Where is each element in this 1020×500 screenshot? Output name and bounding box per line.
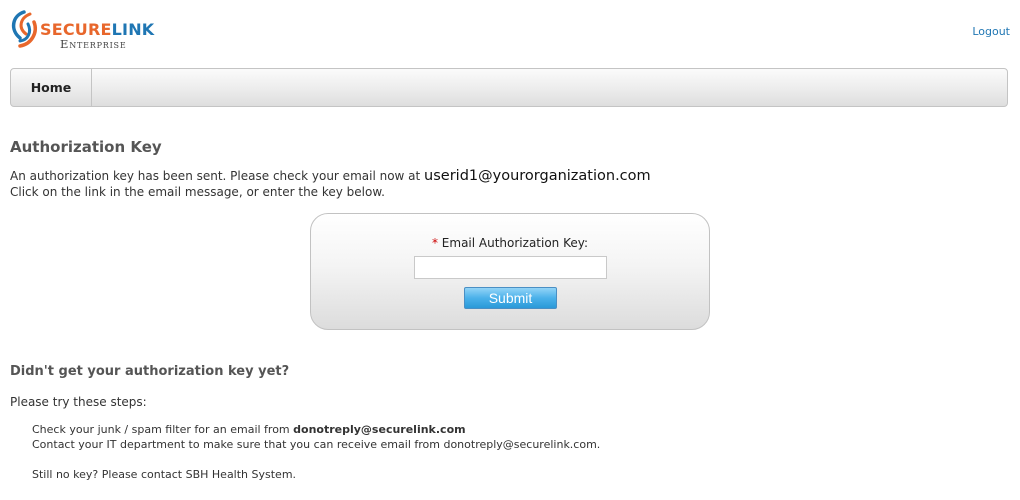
key-sent-message: An authorization key has been sent. Plea… [10,168,651,184]
help-intro: Please try these steps: [10,395,147,409]
authorization-key-form: * Email Authorization Key: Submit [310,213,710,330]
logout-link[interactable]: Logout [972,25,1010,38]
securelink-logo: SECURELINK Enterprise [8,8,178,54]
help-title: Didn't get your authorization key yet? [10,364,290,379]
sender-email: donotreply@securelink.com [293,423,466,436]
help-step-it-department: Contact your IT department to make sure … [32,438,601,451]
recipient-email: userid1@yourorganization.com [424,168,651,184]
authorization-key-input[interactable] [414,256,607,279]
nav-item-home[interactable]: Home [11,69,92,106]
key-label-text: Email Authorization Key: [441,236,589,250]
help-still-no-key: Still no key? Please contact SBH Health … [32,468,297,481]
submit-button[interactable]: Submit [464,287,557,309]
page-title: Authorization Key [10,138,162,156]
help-step-junk-filter: Check your junk / spam filter for an ema… [32,423,466,436]
key-field-label: * Email Authorization Key: [311,236,709,250]
main-navbar: Home [10,68,1008,107]
key-sent-text: An authorization key has been sent. Plea… [10,169,425,183]
help-step-junk-text: Check your junk / spam filter for an ema… [32,423,294,436]
brand-subtitle: Enterprise [60,37,127,51]
required-marker: * [431,236,438,250]
securelink-swirl-logo-icon [11,10,37,48]
key-instruction-message: Click on the link in the email message, … [10,185,385,199]
